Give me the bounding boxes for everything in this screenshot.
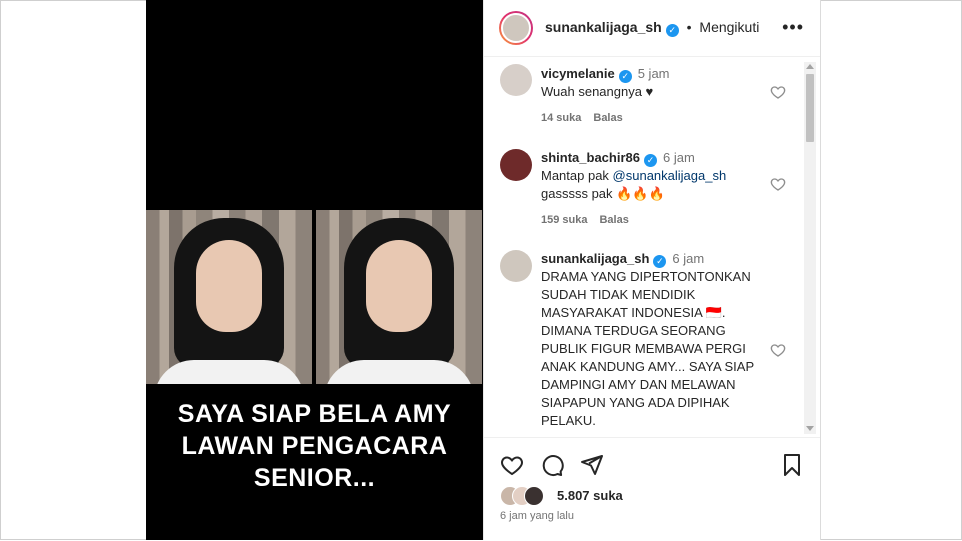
video-frame-left (146, 210, 312, 384)
follow-status-button[interactable]: Mengikuti (699, 19, 759, 35)
verified-icon: ✓ (665, 24, 679, 37)
media-caption: SAYA SIAP BELA AMY LAWAN PENGACARA SENIO… (146, 398, 483, 494)
author-avatar[interactable] (499, 11, 533, 45)
bookmark-icon[interactable] (780, 453, 804, 477)
comment-time[interactable]: 6 jam (663, 150, 695, 165)
commenter-username[interactable]: shinta_bachir86 (541, 150, 640, 165)
post-actions: 5.807 suka 6 jam yang lalu (484, 437, 820, 541)
comment-meta: 159 suka Balas (541, 214, 629, 226)
author-username[interactable]: sunankalijaga_sh (545, 19, 662, 35)
verified-icon: ✓ (618, 70, 632, 83)
comment-text-suffix: gasssss pak 🔥🔥🔥 (541, 186, 665, 201)
reply-button[interactable]: Balas (593, 112, 622, 124)
commenter-avatar[interactable] (500, 250, 532, 282)
comment-text: DRAMA YANG DIPERTONTONKAN SUDAH TIDAK ME… (541, 269, 755, 428)
commenter-username[interactable]: sunankalijaga_sh (541, 251, 649, 266)
video-frame-right (316, 210, 482, 384)
commenter-avatar[interactable] (500, 64, 532, 96)
comment-time[interactable]: 6 jam (672, 251, 704, 266)
commenter-username[interactable]: vicymelanie (541, 66, 615, 81)
scroll-down-arrow-icon[interactable] (806, 426, 814, 431)
verified-icon: ✓ (644, 154, 657, 167)
comment-text-prefix: Mantap pak (541, 168, 613, 183)
caption-line: SENIOR... (253, 464, 376, 492)
post-panel: sunankalijaga_sh ✓ • Mengikuti ••• vicyme… (483, 0, 821, 540)
reply-button[interactable]: Balas (599, 214, 628, 226)
post-media[interactable]: SAYA SIAP BELA AMY LAWAN PENGACARA SENIO… (146, 0, 483, 540)
caption-line: SAYA SIAP BELA AMY (177, 400, 452, 428)
comment-header: vicymelanie ✓ 5 jam (541, 66, 670, 83)
comment-header: shinta_bachir86 ✓ 6 jam (541, 150, 695, 167)
post-time-ago[interactable]: 6 jam yang lalu (500, 510, 574, 522)
likes-count[interactable]: 5.807 suka (557, 488, 623, 503)
post-header: sunankalijaga_sh ✓ • Mengikuti ••• (484, 0, 820, 57)
comment-likes[interactable]: 159 suka (541, 214, 587, 226)
separator-dot: • (686, 19, 692, 35)
commenter-avatar[interactable] (500, 149, 532, 181)
comment-meta: 14 suka Balas (541, 112, 623, 124)
caption-line: LAWAN PENGACARA (181, 432, 448, 460)
verified-icon: ✓ (653, 255, 667, 268)
comment-likes[interactable]: 14 suka (541, 112, 581, 124)
comment-bubble-icon[interactable] (540, 453, 564, 477)
scroll-thumb[interactable] (806, 74, 814, 142)
like-heart-icon[interactable] (500, 453, 524, 477)
more-horizontal-icon[interactable]: ••• (782, 18, 804, 36)
comments-scrollbar[interactable] (804, 62, 816, 434)
comment-time[interactable]: 5 jam (638, 66, 670, 81)
mention-link[interactable]: @sunankalijaga_sh (613, 168, 727, 183)
comment-text: Wuah senangnya ♥ (541, 84, 654, 99)
avatar (501, 13, 531, 43)
author-line: sunankalijaga_sh ✓ • Mengikuti (545, 19, 759, 37)
heart-icon[interactable] (770, 342, 786, 358)
comment-text: Mantap pak @sunankalijaga_shgasssss pak … (541, 167, 761, 203)
scroll-up-arrow-icon[interactable] (806, 64, 814, 69)
comments-list[interactable]: vicymelanie ✓ 5 jam Wuah senangnya ♥ 14 su… (484, 57, 804, 437)
heart-icon[interactable] (770, 84, 786, 100)
comment-header: sunankalijaga_sh ✓ 6 jam (541, 251, 704, 268)
heart-icon[interactable] (770, 176, 786, 192)
share-send-icon[interactable] (580, 453, 604, 477)
liker-avatar (524, 486, 544, 506)
